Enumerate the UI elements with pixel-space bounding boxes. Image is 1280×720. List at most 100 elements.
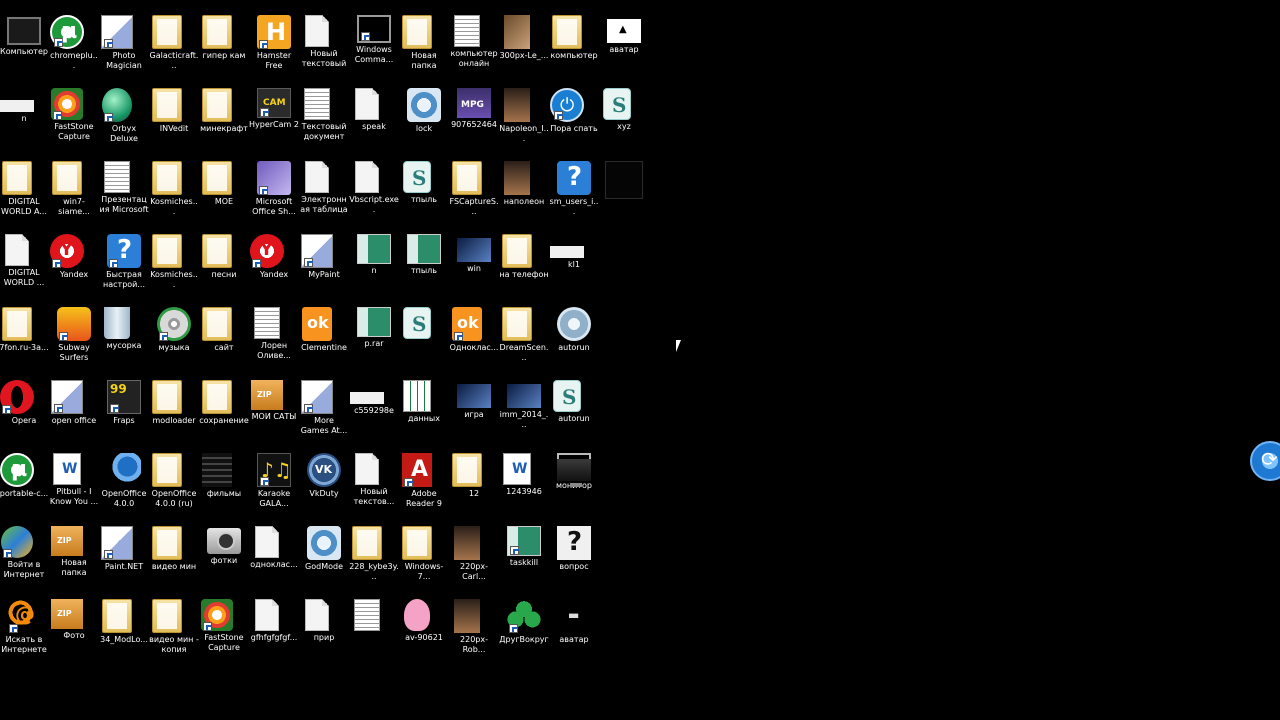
desktop-icon[interactable]: Yandex <box>249 230 299 302</box>
desktop-icon[interactable]: Karaoke GALA... <box>249 449 299 521</box>
desktop-icon[interactable]: 220px-Carl... <box>449 522 499 594</box>
desktop-icon[interactable]: win <box>449 230 499 302</box>
desktop-icon[interactable]: ДругВокруг <box>499 595 549 667</box>
desktop-icon[interactable]: Adobe Reader 9 <box>399 449 449 521</box>
desktop-icon[interactable]: Быстрая настрой... <box>99 230 149 302</box>
desktop-icon[interactable]: Новая папка <box>49 522 99 594</box>
desktop-icon[interactable]: Пора спать <box>549 84 599 156</box>
desktop-icon[interactable] <box>399 303 449 375</box>
desktop-icon[interactable]: сайт <box>199 303 249 375</box>
desktop-icon[interactable]: Pitbull - I Know You ... <box>49 449 99 521</box>
desktop-icon[interactable]: Galacticraft... <box>149 11 199 83</box>
desktop-icon[interactable]: Новый текстов... <box>349 449 399 521</box>
desktop-icon[interactable]: МОИ САТЫ <box>249 376 299 448</box>
desktop-icon[interactable]: open office <box>49 376 99 448</box>
desktop-icon[interactable]: DIGITAL WORLD ... <box>0 230 49 302</box>
desktop-icon[interactable] <box>349 595 399 667</box>
desktop-icon[interactable]: n <box>0 84 49 156</box>
desktop-icon[interactable]: сохранение <box>199 376 249 448</box>
desktop-icon[interactable]: игра <box>449 376 499 448</box>
desktop-icon[interactable]: одноклас... <box>249 522 299 594</box>
desktop-icon[interactable]: монитор <box>549 449 599 521</box>
desktop-icon[interactable]: kl1 <box>549 230 599 302</box>
desktop-icon[interactable]: мусорка <box>99 303 149 375</box>
desktop-icon[interactable]: Microsoft Office Sh... <box>249 157 299 229</box>
desktop-icon[interactable]: modloader <box>149 376 199 448</box>
desktop-icon[interactable]: вопрос <box>549 522 599 594</box>
desktop-icon[interactable]: Электронная таблица O... <box>299 157 349 229</box>
desktop-icon[interactable]: Hamster Free Archiver <box>249 11 299 83</box>
desktop-icon[interactable] <box>599 157 649 229</box>
desktop-icon[interactable]: 220px-Rob... <box>449 595 499 667</box>
desktop-icon[interactable]: Yandex <box>49 230 99 302</box>
desktop-icon[interactable]: Photo Magician <box>99 11 149 83</box>
desktop-icon[interactable]: portable-c... <box>0 449 49 521</box>
desktop-icon[interactable]: тпыль <box>399 230 449 302</box>
desktop-icon[interactable]: Fraps <box>99 376 149 448</box>
desktop-icon[interactable]: Компьютер <box>0 11 49 83</box>
desktop-icon[interactable]: прир <box>299 595 349 667</box>
desktop-icon[interactable]: видео мин <box>149 522 199 594</box>
desktop-icon[interactable]: av-90621 <box>399 595 449 667</box>
desktop-icon[interactable]: HyperCam 2 <box>249 84 299 156</box>
desktop-icon[interactable]: Новый текстовый ... <box>299 11 349 83</box>
desktop-icon[interactable]: DreamScen... <box>499 303 549 375</box>
desktop-icon[interactable]: видео мин - копия <box>149 595 199 667</box>
desktop-icon[interactable]: autorun <box>549 376 599 448</box>
desktop-icon[interactable]: Войти в Интернет <box>0 522 49 594</box>
desktop-icon[interactable]: аватар <box>549 595 599 667</box>
desktop-icon[interactable]: Kosmiches... <box>149 157 199 229</box>
desktop-icon[interactable]: autorun <box>549 303 599 375</box>
desktop-icon[interactable]: FastStone Capture <box>199 595 249 667</box>
desktop-icon[interactable]: песни <box>199 230 249 302</box>
desktop-icon[interactable]: Subway Surfers <box>49 303 99 375</box>
desktop-icon[interactable]: GodMode <box>299 522 349 594</box>
desktop-icon[interactable]: n <box>349 230 399 302</box>
desktop-icon[interactable]: p.rar <box>349 303 399 375</box>
desktop-icon[interactable]: speak <box>349 84 399 156</box>
desktop-icon[interactable]: фильмы <box>199 449 249 521</box>
desktop-icon[interactable]: MyPaint <box>299 230 349 302</box>
desktop-icon[interactable]: VkDuty <box>299 449 349 521</box>
desktop-icon[interactable]: 1243946 <box>499 449 549 521</box>
desktop-icon[interactable]: lock <box>399 84 449 156</box>
desktop-icon[interactable]: taskkill <box>499 522 549 594</box>
desktop-icon[interactable]: 228_kybe3y... <box>349 522 399 594</box>
desktop-icon[interactable]: Текстовый документ ... <box>299 84 349 156</box>
desktop-icon[interactable]: Vbscript.exe. <box>349 157 399 229</box>
desktop-icon[interactable]: на телефон <box>499 230 549 302</box>
desktop-icon[interactable]: наполеон <box>499 157 549 229</box>
desktop-icon[interactable]: Одноклас... <box>449 303 499 375</box>
desktop-icon[interactable]: 12 <box>449 449 499 521</box>
desktop-icon[interactable]: OpenOffice 4.0.0 <box>99 449 149 521</box>
desktop-icon[interactable]: музыка <box>149 303 199 375</box>
desktop[interactable]: Компьютерchromeplu... Photo Magician Galac… <box>0 0 1280 720</box>
desktop-icon[interactable]: imm_2014_... <box>499 376 549 448</box>
desktop-icon[interactable]: sm_users_i... <box>549 157 599 229</box>
desktop-icon[interactable]: 907652464 <box>449 84 499 156</box>
desktop-icon[interactable]: c559298e <box>349 376 399 448</box>
desktop-icon[interactable]: Windows-7... <box>399 522 449 594</box>
desktop-icon[interactable]: win7-siame... <box>49 157 99 229</box>
desktop-icon[interactable]: Презентация Microsoft ... <box>99 157 149 229</box>
desktop-icon[interactable]: фотки <box>199 522 249 594</box>
desktop-icon[interactable]: FastStone Capture <box>49 84 99 156</box>
desktop-icon[interactable]: Kosmiches... <box>149 230 199 302</box>
desktop-icon[interactable]: аватар <box>599 11 649 83</box>
desktop-icon[interactable]: gfhfgfgfgf... <box>249 595 299 667</box>
desktop-icon[interactable]: DIGITAL WORLD A... <box>0 157 49 229</box>
desktop-icon[interactable]: chromeplu... <box>49 11 99 83</box>
desktop-icon[interactable]: 7fon.ru-3a... <box>0 303 49 375</box>
desktop-icon[interactable]: Orbyx Deluxe <box>99 84 149 156</box>
desktop-icon[interactable]: Фото <box>49 595 99 667</box>
desktop-icon[interactable]: компьютер <box>549 11 599 83</box>
desktop-icon[interactable]: компьютер онлайн <box>449 11 499 83</box>
desktop-icon[interactable]: 34_ModLo... <box>99 595 149 667</box>
desktop-icon[interactable]: Napoleon_I... <box>499 84 549 156</box>
desktop-icon[interactable]: Искать в Интернете <box>0 595 49 667</box>
desktop-icon[interactable]: тпыль <box>399 157 449 229</box>
desktop-icon[interactable]: Opera <box>0 376 49 448</box>
desktop-icon[interactable]: гипер кам <box>199 11 249 83</box>
desktop-icon[interactable]: MOE <box>199 157 249 229</box>
desktop-icon[interactable]: Windows Comma... <box>349 11 399 83</box>
